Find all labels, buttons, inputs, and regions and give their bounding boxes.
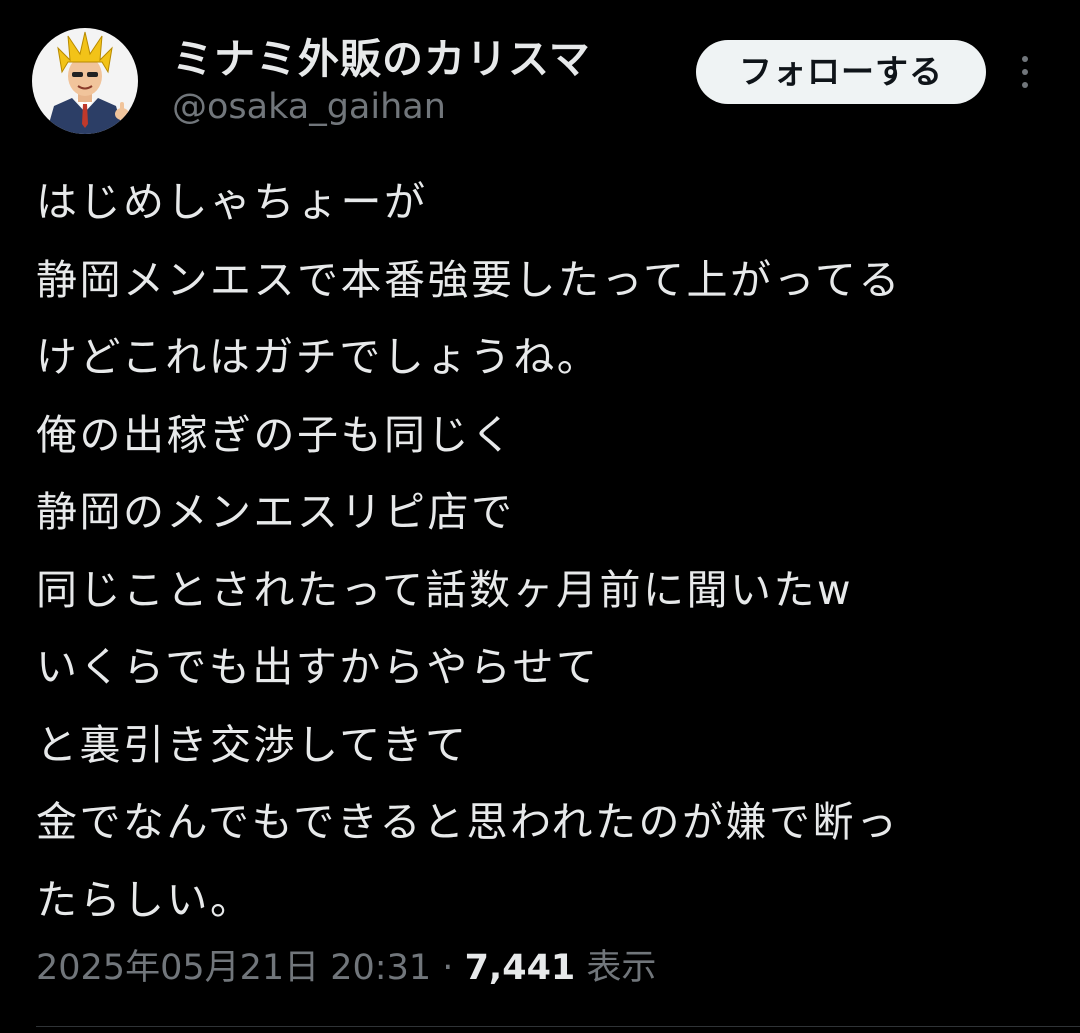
tweet-text-line: いくらでも出すからやらせて bbox=[36, 643, 600, 691]
tweet-text-line: 同じことされたって話数ヶ月前に聞いたw bbox=[36, 565, 853, 614]
tweet-text-line: 静岡のメンエスリピ店で bbox=[36, 488, 515, 536]
avatar-cartoon-icon bbox=[46, 31, 129, 134]
avatar[interactable] bbox=[32, 28, 138, 134]
tweet-header: ミナミ外販のカリスマ @osaka_gaihan フォローする bbox=[0, 0, 1080, 150]
author-display-name[interactable]: ミナミ外販のカリスマ bbox=[172, 30, 591, 88]
views-count: 7,441 bbox=[464, 948, 576, 988]
views-label: 表示 bbox=[586, 948, 657, 988]
tweet-body: はじめしゃちょーが 静岡メンエスで本番強要したって上がってる けどこれはガチでし… bbox=[36, 164, 1056, 939]
tweet-text-line: たらしい。 bbox=[36, 875, 254, 924]
tweet-meta: 2025年05月21日 20:31 · 7,441 表示 bbox=[36, 940, 656, 996]
tweet-timestamp[interactable]: 2025年05月21日 20:31 bbox=[36, 948, 431, 988]
tweet-text-line: はじめしゃちょーが bbox=[36, 178, 428, 226]
divider bbox=[36, 1026, 1080, 1027]
more-vertical-icon[interactable] bbox=[1010, 52, 1040, 92]
follow-button[interactable]: フォローする bbox=[696, 40, 986, 104]
tweet-text-line: 俺の出稼ぎの子も同じく bbox=[36, 410, 515, 459]
tweet-text-line: けどこれはガチでしょうね。 bbox=[36, 333, 601, 381]
meta-separator: · bbox=[442, 948, 454, 988]
tweet-text-line: と裏引き交渉してきて bbox=[36, 720, 469, 769]
tweet-text-line: 金でなんでもできると思われたのが嫌で断っ bbox=[36, 798, 900, 846]
tweet-text-line: 静岡メンエスで本番強要したって上がってる bbox=[36, 255, 902, 304]
author-handle[interactable]: @osaka_gaihan bbox=[172, 84, 446, 130]
